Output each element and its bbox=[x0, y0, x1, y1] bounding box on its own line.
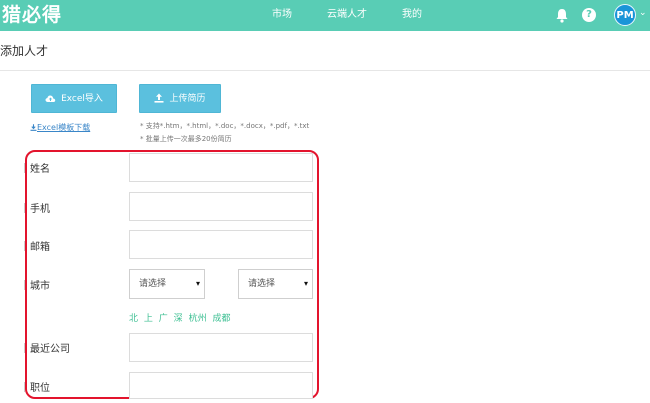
recent-company-input[interactable] bbox=[129, 333, 313, 362]
city-select-value: 请选择 bbox=[248, 279, 276, 289]
field-marker bbox=[24, 382, 27, 392]
user-avatar[interactable]: PM bbox=[614, 4, 636, 26]
position-input[interactable] bbox=[129, 372, 313, 399]
quick-city-beijing[interactable]: 北 bbox=[129, 314, 138, 324]
phone-label: 手机 bbox=[30, 204, 50, 215]
field-marker bbox=[24, 163, 27, 173]
field-marker bbox=[24, 280, 27, 290]
recent-company-label: 最近公司 bbox=[30, 344, 70, 355]
excel-import-label: Excel导入 bbox=[61, 94, 103, 104]
download-icon bbox=[30, 124, 37, 131]
field-marker bbox=[24, 203, 27, 213]
phone-input[interactable] bbox=[129, 192, 313, 221]
position-label: 职位 bbox=[30, 383, 50, 394]
dropdown-arrow-icon: ▾ bbox=[195, 279, 200, 288]
title-divider bbox=[0, 70, 650, 71]
batch-limit-hint: * 批量上传一次最多20份简历 bbox=[140, 135, 232, 143]
field-marker bbox=[24, 343, 27, 353]
quick-city-shenzhen[interactable]: 深 bbox=[174, 314, 183, 324]
nav-market[interactable]: 市场 bbox=[272, 8, 292, 22]
upload-icon bbox=[154, 93, 164, 103]
quick-city-hangzhou[interactable]: 杭州 bbox=[189, 314, 207, 324]
dropdown-arrow-icon: ▾ bbox=[303, 279, 308, 288]
excel-template-label: Excel模板下载 bbox=[37, 123, 91, 132]
name-label: 姓名 bbox=[30, 164, 50, 175]
city-label: 城市 bbox=[30, 281, 50, 292]
nav-mine[interactable]: 我的 bbox=[402, 8, 422, 22]
city-select[interactable]: 请选择 ▾ bbox=[238, 269, 313, 299]
app-logo[interactable]: 猎必得 bbox=[2, 3, 62, 28]
help-icon[interactable]: ? bbox=[582, 8, 596, 22]
province-select-value: 请选择 bbox=[139, 279, 167, 289]
upload-resume-button[interactable]: 上传简历 bbox=[139, 84, 221, 113]
province-select[interactable]: 请选择 ▾ bbox=[129, 269, 205, 299]
name-input[interactable] bbox=[129, 153, 313, 182]
quick-city-chengdu[interactable]: 成都 bbox=[212, 314, 230, 324]
cloud-upload-icon bbox=[45, 95, 56, 102]
email-input[interactable] bbox=[129, 230, 313, 259]
nav-cloud-talent[interactable]: 云端人才 bbox=[327, 8, 367, 22]
supported-formats-hint: * 支持*.htm，*.html，*.doc，*.docx，*.pdf，*.tx… bbox=[140, 122, 310, 130]
top-nav-bar: 猎必得 市场 云端人才 我的 ? PM ⌄ bbox=[0, 0, 650, 31]
upload-resume-label: 上传简历 bbox=[169, 94, 206, 104]
page-title: 添加人才 bbox=[0, 44, 49, 58]
email-label: 邮箱 bbox=[30, 242, 50, 253]
excel-template-download-link[interactable]: Excel模板下载 bbox=[30, 122, 90, 133]
bell-icon[interactable] bbox=[555, 8, 569, 23]
quick-city-guangzhou[interactable]: 广 bbox=[159, 314, 168, 324]
chevron-down-icon[interactable]: ⌄ bbox=[639, 8, 647, 18]
quick-city-shanghai[interactable]: 上 bbox=[144, 314, 153, 324]
quick-city-links: 北 上 广 深 杭州 成都 bbox=[129, 311, 233, 324]
excel-import-button[interactable]: Excel导入 bbox=[31, 84, 117, 113]
field-marker bbox=[24, 241, 27, 251]
